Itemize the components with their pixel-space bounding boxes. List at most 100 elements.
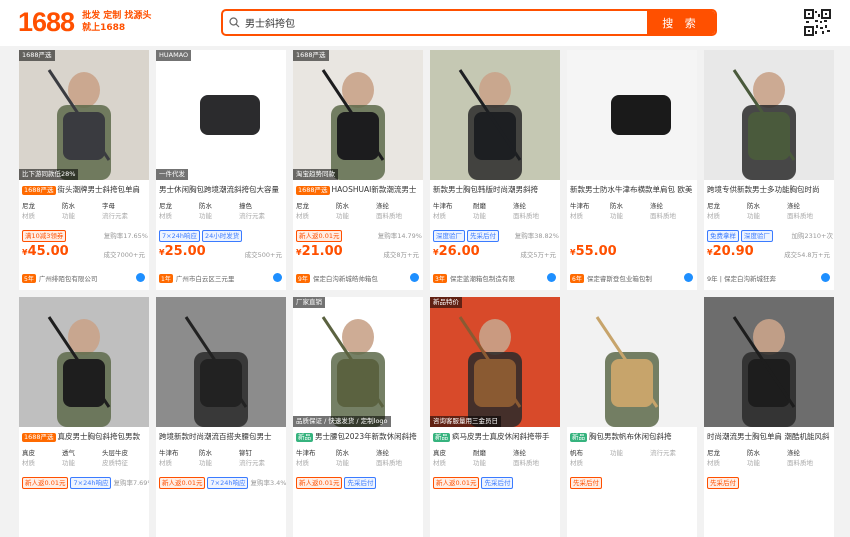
product-card[interactable]: 时尚潮流男士胸包单肩 潮酷机能风斜 尼龙 材质 防水 功能 涤纶 面料质地 先采后付 [704,297,834,537]
product-image[interactable] [19,50,149,180]
store-row[interactable]: 9年 保定白沟新城皓帅箱包 [296,273,420,283]
attribute-key: 材质 [433,459,446,467]
product-title[interactable]: 1688严选 HAOSHUAI新款潮流男士 [296,184,422,195]
promo-badge-secondary: 24小时发货 [201,230,243,242]
promo-badge-secondary: 先采后付 [344,477,377,489]
attribute: 牛津布 材质 [296,448,336,468]
image-overlay-top: HUAMAO [156,50,192,61]
attribute-value: 牛津布 [296,449,316,457]
attribute-key: 功能 [336,459,349,467]
store-years-badge: 6年 [570,273,584,283]
product-title-text: 疯马皮男士真皮休闲斜挎带手 [452,432,550,441]
product-card[interactable]: 新品 胸包男款帆布休闲包斜挎 帆布 材质 功能 流行元素 先采后付 [567,297,697,537]
logo-number: 1688 [18,6,75,37]
attribute: 涤纶 面料质地 [513,448,553,468]
store-row[interactable]: 1年 广州市白云区三元里 [159,273,283,283]
product-image[interactable] [293,50,423,180]
chat-icon[interactable] [821,273,830,282]
product-card[interactable]: 跨境新款时尚潮流百搭夹腰包男士 牛津布 材质 防水 功能 铆钉 流行元素 新人返0.01元 7×… [156,297,286,537]
attribute: 字母 流行元素 [102,201,142,221]
attribute: 耐磨 功能 [473,201,513,221]
attribute: 功能 [610,448,650,468]
chat-icon[interactable] [273,273,282,282]
repurchase-rate: 复购率38.82% [514,232,559,240]
attribute-value: 透气 [62,449,75,457]
price: ¥55.00 [570,244,617,259]
store-name: 广州绯陌包有限公司 [38,275,98,283]
product-title[interactable]: 新品 胸包男款帆布休闲包斜挎 [570,431,696,442]
product-card[interactable]: 新款男士胸包韩版时尚潮男斜挎 牛津布 材质 耐磨 功能 涤纶 面料质地 深度验厂 先采后付 复购率… [430,50,560,290]
attribute-value: 防水 [62,202,75,210]
site-logo[interactable]: 1688 批发 定制 找源头 就上1688 [18,6,151,38]
product-title[interactable]: 1688严选 真皮男士胸包斜挎包男款 [22,431,148,442]
promo-row: 新人返0.01元 先采后付 [296,477,422,489]
attribute-key: 功能 [62,212,75,220]
attribute-key: 面料质地 [650,212,676,220]
product-card[interactable]: 1688严选 真皮男士胸包斜挎包男款 真皮 材质 透气 功能 头层牛皮 皮质特征 新人返0.01… [19,297,149,537]
attribute-value: 防水 [747,202,760,210]
attribute-key: 流行元素 [102,212,128,220]
product-title[interactable]: 新款男士胸包韩版时尚潮男斜挎 [433,184,559,195]
search-button[interactable]: 搜 索 [647,11,715,34]
attribute-value: 尼龙 [159,202,172,210]
repurchase-rate: 复购率7.69% [113,479,149,487]
product-title[interactable]: 新品 男士腰包2023年新款休闲斜挎 [296,431,422,442]
product-card[interactable]: 1688严选 比下游同款低28% 1688严选 街头潮牌男士斜挎包单肩 尼龙 材质 防水 功能… [19,50,149,290]
product-image[interactable] [430,50,560,180]
product-card[interactable]: 新款男士防水牛津布横款单肩包 欧美 牛津布 材质 防水 功能 涤纶 面料质地 ¥55.00 6年… [567,50,697,290]
product-title[interactable]: 跨境专供新款男士多功能胸包时尚 [707,184,833,195]
product-image[interactable] [567,50,697,180]
product-title[interactable]: 新款男士防水牛津布横款单肩包 欧美 [570,184,696,195]
attribute: 涤纶 面料质地 [787,201,827,221]
store-name: 保定睿斯登包业箱包制 [586,275,652,283]
attribute-key: 材质 [296,212,309,220]
product-attributes: 帆布 材质 功能 流行元素 [570,448,694,468]
product-image[interactable] [704,297,834,427]
product-title[interactable]: 男士休闲胸包跨境潮流斜挎包大容量 [159,184,285,195]
product-title-text: HAOSHUAI新款潮流男士 [331,185,417,194]
attribute-value: 牛津布 [570,202,590,210]
product-image[interactable] [704,50,834,180]
product-image[interactable] [430,297,560,427]
chat-icon[interactable] [410,273,419,282]
product-title[interactable]: 跨境新款时尚潮流百搭夹腰包男士 [159,431,285,442]
qr-code-icon[interactable] [804,9,831,36]
store-row[interactable]: 6年 保定睿斯登包业箱包制 [570,273,694,283]
product-image[interactable] [156,50,286,180]
attribute-value: 尼龙 [296,202,309,210]
price-value: 45.00 [27,244,69,259]
attribute-key: 流行元素 [239,459,265,467]
store-row[interactable]: 9年 | 保定白沟新城狂奔 [707,273,831,283]
attribute-key: 面料质地 [513,212,539,220]
price-value: 55.00 [575,244,617,259]
product-card[interactable]: 厂家直销 品质保证 / 快速发货 / 定制logo 新品 男士腰包2023年新款休闲斜… [293,297,423,537]
attribute-key: 材质 [159,212,172,220]
product-image[interactable] [19,297,149,427]
chat-icon[interactable] [136,273,145,282]
product-attributes: 真皮 材质 透气 功能 头层牛皮 皮质特征 [22,448,146,468]
product-card[interactable]: 新品特价 咨询客服量用三金员日 新品 疯马皮男士真皮休闲斜挎带手 真皮 材质 耐磨 功能 涤纶面… [430,297,560,537]
product-image[interactable] [567,297,697,427]
repurchase-rate: 复购率3.4% [250,479,286,487]
attribute-value: 字母 [102,202,115,210]
product-title[interactable]: 时尚潮流男士胸包单肩 潮酷机能风斜 [707,431,833,442]
product-card[interactable]: 跨境专供新款男士多功能胸包时尚 尼龙 材质 防水 功能 涤纶 面料质地 免费拿样 深度验厂 加购2… [704,50,834,290]
attribute-key: 面料质地 [513,459,539,467]
product-image[interactable] [156,297,286,427]
product-card[interactable]: 1688严选 淘宝趋势同款 1688严选 HAOSHUAI新款潮流男士 尼龙 材质 防水 功能… [293,50,423,290]
product-card[interactable]: HUAMAO 一件代发 男士休闲胸包跨境潮流斜挎包大容量 尼龙 材质 防水 功能 撞色 流行元素… [156,50,286,290]
chat-icon[interactable] [547,273,556,282]
product-title[interactable]: 1688严选 街头潮牌男士斜挎包单肩 [22,184,148,195]
product-badge: 新品 [433,433,450,442]
store-row[interactable]: 3年 保定蓝潮箱包制造有限 [433,273,557,283]
attribute-key: 材质 [159,459,172,467]
product-image[interactable] [293,297,423,427]
logo-slogan-line1: 批发 定制 找源头 [82,11,152,21]
promo-row: 满10减3领券 复购率17.65% [22,230,148,242]
chat-icon[interactable] [684,273,693,282]
product-title[interactable]: 新品 疯马皮男士真皮休闲斜挎带手 [433,431,559,442]
store-row[interactable]: 5年 广州绯陌包有限公司 [22,273,146,283]
product-attributes: 牛津布 材质 防水 功能 涤纶 面料质地 [296,448,420,468]
store-years-badge: 3年 [433,273,447,283]
search-input[interactable] [245,11,647,34]
